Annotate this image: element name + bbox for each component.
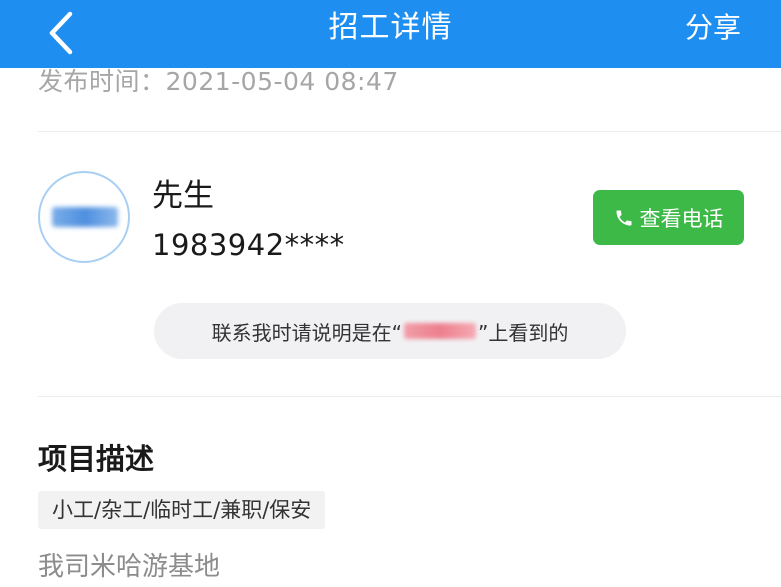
view-phone-button[interactable]: 查看电话 <box>593 190 744 245</box>
divider <box>38 396 781 397</box>
contact-name: 先生 <box>152 178 214 214</box>
section-title-project: 项目描述 <box>38 442 155 476</box>
divider <box>38 131 781 132</box>
notice-prefix: 联系我时请说明是在“ <box>211 320 402 345</box>
page-title: 招工详情 <box>328 10 453 45</box>
publish-time-label: 发布时间： <box>38 67 166 96</box>
avatar <box>38 171 130 263</box>
view-phone-label: 查看电话 <box>639 206 724 231</box>
notice-redacted-text <box>404 323 476 339</box>
contact-phone: 1983942**** <box>152 228 345 262</box>
publish-time-value: 2021-05-04 08:47 <box>165 67 399 96</box>
share-button[interactable]: 分享 <box>685 0 741 60</box>
top-nav-bar: 招工详情 分享 <box>0 0 781 68</box>
contact-notice: 联系我时请说明是在“ ”上看到的 <box>154 303 626 359</box>
avatar-redacted-text <box>52 207 118 227</box>
phone-icon <box>616 210 631 225</box>
job-category-tag: 小工/杂工/临时工/兼职/保安 <box>38 491 326 529</box>
notice-suffix: ”上看到的 <box>478 320 569 345</box>
chevron-left-icon[interactable] <box>40 8 80 58</box>
publish-time: 发布时间：2021-05-04 08:47 <box>38 62 399 98</box>
project-description: 我司米哈游基地 <box>38 552 221 582</box>
